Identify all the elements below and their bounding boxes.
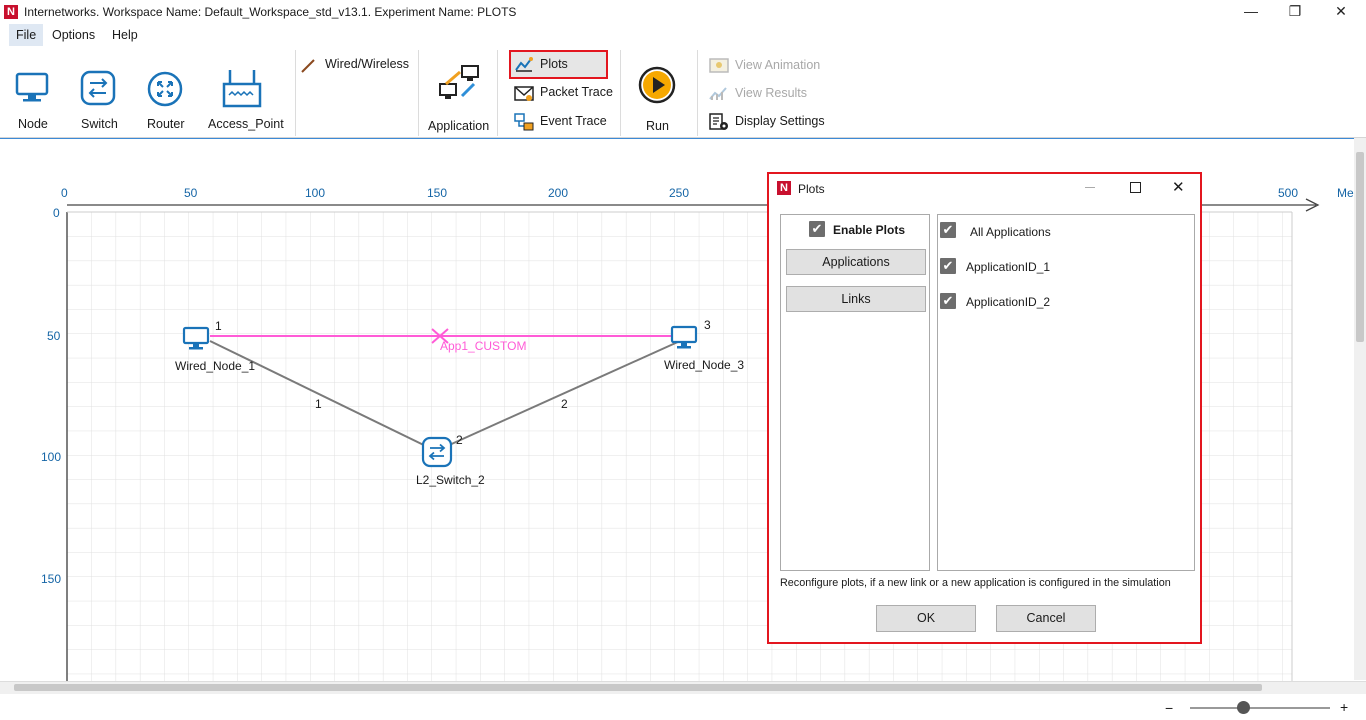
wired-node-1[interactable] [182,326,212,355]
ribbon-separator [497,50,498,136]
application-id-2-checkbox[interactable]: ✔ [940,293,956,309]
node-tool[interactable] [14,70,52,109]
node-1-port-label: 1 [215,319,222,333]
enable-plots-label: Enable Plots [833,223,906,237]
animation-icon [709,57,729,76]
plots-label: Plots [540,57,568,71]
play-icon [638,66,676,104]
l2-switch-2[interactable] [421,436,453,471]
zoom-in-button[interactable]: + [1340,699,1348,715]
cancel-button[interactable]: Cancel [996,605,1096,632]
reconfigure-note: Reconfigure plots, if a new link or a ne… [780,577,1171,589]
all-applications-checkbox[interactable]: ✔ [940,222,956,238]
link-2-label: 2 [561,397,568,411]
links-button[interactable]: Links [786,286,926,312]
application-tool[interactable] [436,64,482,109]
dialog-title: Plots [798,182,825,196]
link-2-line[interactable] [435,340,681,452]
application-id-1-checkbox[interactable]: ✔ [940,258,956,274]
switch-port-label: 2 [456,433,463,447]
l2-switch-2-label: L2_Switch_2 [416,473,485,487]
application-label: Application [428,119,490,133]
packet-trace-button[interactable]: Packet Trace [540,81,613,103]
ribbon-separator [418,50,419,136]
link-1-line[interactable] [209,340,437,452]
window-title: Internetworks. Workspace Name: Default_W… [24,5,517,19]
horizontal-scroll-thumb[interactable] [14,684,1262,691]
router-tool[interactable] [146,70,184,111]
status-bar [0,694,1366,720]
menu-file[interactable]: File [9,24,44,46]
view-animation-button[interactable]: View Animation [735,54,820,76]
router-label: Router [147,117,185,131]
access-point-label: Access_Point [208,117,284,131]
maximize-button[interactable]: ❐ [1272,0,1318,24]
minimize-button[interactable]: — [1228,0,1274,24]
link-1-label: 1 [315,397,322,411]
zoom-slider-track[interactable] [1190,707,1330,709]
x-tick: 500 [1278,186,1299,200]
wired-wireless-tool[interactable]: Wired/Wireless [325,53,409,75]
applications-button[interactable]: Applications [786,249,926,275]
menu-help[interactable]: Help [105,24,145,46]
menu-bar [0,24,1366,47]
switch-tool[interactable] [80,70,116,109]
wired-wireless-icon [300,58,316,77]
wired-node-3[interactable] [670,325,700,354]
computer-icon [670,325,698,349]
results-icon [709,85,729,104]
dialog-close-button[interactable]: ✕ [1172,178,1185,196]
event-trace-icon [514,113,534,134]
enable-plots-checkbox[interactable]: ✔ [809,221,825,237]
all-applications-label: All Applications [970,225,1051,239]
ribbon-separator [620,50,621,136]
plots-icon [515,56,533,75]
application-id-2-label: ApplicationID_2 [966,295,1051,309]
plots-dialog: N Plots ✕ ✔ Enable Plots Applications Li… [767,172,1202,644]
run-button[interactable] [638,66,676,107]
dialog-maximize-button[interactable] [1130,182,1141,193]
packet-trace-icon [514,84,534,105]
ribbon-toolbar [0,47,1366,138]
application-id-1-label: ApplicationID_1 [966,260,1051,274]
computer-icon [182,326,210,350]
access-point-icon [222,70,262,108]
node-label: Node [18,117,48,131]
zoom-out-button[interactable]: − [1165,700,1173,716]
event-trace-button[interactable]: Event Trace [540,110,607,132]
x-axis-unit: Me [1337,186,1354,200]
wired-node-1-label: Wired_Node_1 [175,359,256,373]
dialog-minimize-icon [1085,187,1095,188]
application-label: App1_CUSTOM [440,339,527,353]
wired-node-3-label: Wired_Node_3 [664,358,745,372]
display-settings-icon [709,113,729,134]
display-settings-button[interactable]: Display Settings [735,110,825,132]
switch-icon [80,70,116,106]
close-button[interactable]: ✕ [1318,0,1364,24]
ok-button[interactable]: OK [876,605,976,632]
ribbon-separator [697,50,698,136]
node-3-port-label: 3 [704,318,711,332]
monitor-icon [15,72,49,102]
app-logo-icon: N [4,5,18,19]
zoom-slider-handle[interactable] [1237,701,1250,714]
switch-label: Switch [81,117,118,131]
dialog-logo-icon: N [777,181,791,195]
switch-icon [421,436,453,468]
run-label: Run [646,119,669,133]
ribbon-separator [295,50,296,136]
access-point-tool[interactable] [222,68,262,113]
view-results-button[interactable]: View Results [735,82,807,104]
menu-options[interactable]: Options [45,24,102,46]
y-tick: 150 [41,572,62,586]
router-icon [147,71,183,107]
vertical-scroll-thumb[interactable] [1356,152,1364,342]
application-icon [439,65,479,99]
